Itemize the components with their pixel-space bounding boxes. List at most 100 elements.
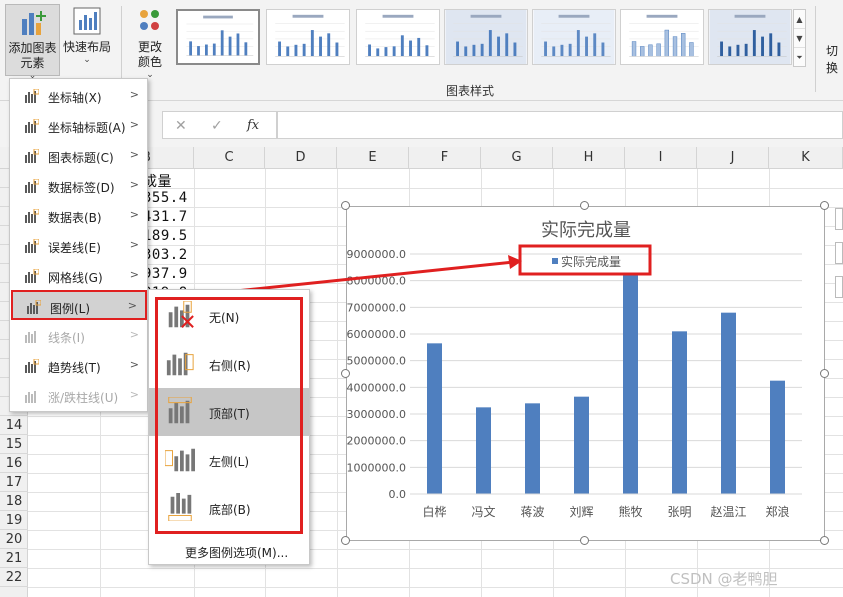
column-header-i[interactable]: I bbox=[625, 147, 697, 169]
column-header-d[interactable]: D bbox=[265, 147, 337, 169]
bar-7[interactable] bbox=[721, 312, 736, 494]
row-header[interactable]: 18 bbox=[0, 492, 28, 511]
row-header[interactable]: 16 bbox=[0, 454, 28, 473]
menu-item-lines: 线条(I) > bbox=[11, 321, 147, 351]
row-header[interactable]: 14 bbox=[0, 416, 28, 435]
bar-8[interactable] bbox=[770, 380, 785, 494]
bar-1[interactable] bbox=[427, 343, 442, 494]
menu-item-axis-title[interactable]: 坐标轴标题(A) > bbox=[11, 111, 147, 141]
cell-b2[interactable]: 355.4 bbox=[143, 190, 188, 206]
resize-handle[interactable] bbox=[820, 201, 829, 210]
scroll-up-icon[interactable]: ▲ bbox=[794, 10, 805, 29]
add-chart-element-icon bbox=[18, 7, 48, 37]
add-chart-element-menu: 坐标轴(X) > 坐标轴标题(A) > 图表标题(C) > 数据标签(D) > 数据表(B) > 误… bbox=[9, 78, 148, 412]
bar-2[interactable] bbox=[476, 407, 491, 494]
legend-option-bottom[interactable]: 底部(B) bbox=[149, 484, 309, 532]
resize-handle[interactable] bbox=[580, 201, 589, 210]
row-header[interactable]: 15 bbox=[0, 435, 28, 454]
menu-item-gridlines[interactable]: 网格线(G) > bbox=[11, 261, 147, 291]
menu-item-trendline[interactable]: 趋势线(T) > bbox=[11, 351, 147, 381]
chart-area[interactable]: 实际完成量 0.0 1000000.0 2000000.0 3000000.0 40000… bbox=[346, 206, 825, 541]
column-header-k[interactable]: K bbox=[769, 147, 843, 169]
row-header[interactable]: 21 bbox=[0, 549, 28, 568]
menu-item-axis[interactable]: 坐标轴(X) > bbox=[11, 81, 147, 111]
cell-b4[interactable]: 189.5 bbox=[143, 228, 188, 244]
menu-item-label: 误差线(E) bbox=[48, 241, 101, 255]
bar-3[interactable] bbox=[525, 403, 540, 494]
close-icon[interactable]: ✕ bbox=[175, 118, 187, 134]
chart-style-2[interactable] bbox=[266, 9, 350, 65]
resize-handle[interactable] bbox=[341, 536, 350, 545]
more-legend-options[interactable]: 更多图例选项(M)... bbox=[185, 544, 288, 561]
menu-item-data-table[interactable]: 数据表(B) > bbox=[11, 201, 147, 231]
y-tick-label: 9000000.0 bbox=[347, 248, 406, 261]
trendline-icon bbox=[23, 358, 40, 373]
column-header-j[interactable]: J bbox=[697, 147, 769, 169]
chart-styles-side-button[interactable] bbox=[835, 242, 843, 264]
resize-handle[interactable] bbox=[820, 369, 829, 378]
bar-6[interactable] bbox=[672, 331, 687, 494]
chart-legend[interactable]: 实际完成量 bbox=[552, 254, 621, 269]
resize-handle[interactable] bbox=[580, 536, 589, 545]
resize-handle[interactable] bbox=[820, 536, 829, 545]
row-header[interactable]: 19 bbox=[0, 511, 28, 530]
quick-layout-icon bbox=[72, 6, 102, 36]
switch-row-column-button[interactable]: 切换 bbox=[826, 42, 843, 76]
legend-option-none[interactable]: 无(N) bbox=[149, 292, 309, 340]
gallery-scroll[interactable]: ▲ ▼ ⏷ bbox=[793, 9, 806, 67]
bar-5[interactable] bbox=[623, 272, 638, 494]
column-header-f[interactable]: F bbox=[409, 147, 481, 169]
column-header-h[interactable]: H bbox=[553, 147, 625, 169]
check-icon[interactable]: ✓ bbox=[211, 118, 223, 134]
column-header-e[interactable]: E bbox=[337, 147, 409, 169]
column-header-c[interactable]: C bbox=[194, 147, 265, 169]
scroll-down-icon[interactable]: ▼ bbox=[794, 29, 805, 48]
resize-handle[interactable] bbox=[341, 201, 350, 210]
row-header[interactable]: 20 bbox=[0, 530, 28, 549]
legend-option-top[interactable]: 顶部(T) bbox=[149, 388, 309, 436]
chart-style-3[interactable] bbox=[356, 9, 440, 65]
legend-option-right[interactable]: 右侧(R) bbox=[149, 340, 309, 388]
chevron-right-icon: > bbox=[129, 268, 139, 281]
cell-b5[interactable]: 303.2 bbox=[143, 247, 188, 263]
grid-column-line bbox=[337, 169, 338, 597]
menu-item-data-labels[interactable]: 数据标签(D) > bbox=[11, 171, 147, 201]
insert-function-icon[interactable]: fx bbox=[247, 118, 259, 133]
menu-item-chart-title[interactable]: 图表标题(C) > bbox=[11, 141, 147, 171]
chart-style-4[interactable] bbox=[444, 9, 528, 65]
chart-elements-side-button[interactable] bbox=[835, 208, 843, 230]
error-bars-icon bbox=[23, 238, 40, 253]
menu-item-label: 坐标轴(X) bbox=[48, 91, 102, 105]
change-colors-button[interactable]: 更改颜色 ⌄ bbox=[127, 4, 173, 80]
row-header[interactable]: 22 bbox=[0, 568, 28, 587]
menu-item-error-bars[interactable]: 误差线(E) > bbox=[11, 231, 147, 261]
cell-b3[interactable]: 431.7 bbox=[143, 209, 188, 225]
chart-style-1[interactable] bbox=[176, 9, 260, 65]
watermark: CSDN @老鸭胆 bbox=[670, 570, 778, 588]
x-tick-label: 熊牧 bbox=[618, 504, 642, 519]
quick-layout-button[interactable]: 快速布局 ⌄ bbox=[60, 4, 114, 76]
legend-right-icon bbox=[165, 349, 195, 379]
add-chart-element-button[interactable]: 添加图表元素 ⌄ bbox=[5, 4, 60, 81]
legend-submenu: 无(N) 右侧(R) 顶部(T) 左侧(L) 底部(B) 更多图例选项(M)... bbox=[148, 289, 310, 565]
bar-chart: 实际完成量 0.0 1000000.0 2000000.0 3000000.0 40000… bbox=[347, 220, 802, 519]
chart-style-7[interactable] bbox=[708, 9, 792, 65]
column-header-g[interactable]: G bbox=[481, 147, 553, 169]
chart-filters-side-button[interactable] bbox=[835, 276, 843, 298]
chart-style-6[interactable] bbox=[620, 9, 704, 65]
bar-4[interactable] bbox=[574, 396, 589, 494]
chart-title-icon bbox=[23, 148, 40, 163]
chart-style-5[interactable] bbox=[532, 9, 616, 65]
legend-top-icon bbox=[165, 396, 195, 427]
resize-handle[interactable] bbox=[341, 369, 350, 378]
row-header[interactable]: 17 bbox=[0, 473, 28, 492]
gallery-more-icon[interactable]: ⏷ bbox=[794, 48, 805, 67]
cell-b6[interactable]: 937.9 bbox=[143, 266, 188, 282]
formula-input[interactable] bbox=[277, 111, 843, 139]
chart-styles-group-label: 图表样式 bbox=[446, 84, 495, 98]
legend-left-icon bbox=[164, 445, 195, 475]
menu-item-label: 坐标轴标题(A) bbox=[48, 121, 126, 135]
menu-item-legend[interactable]: 图例(L) > bbox=[11, 290, 147, 320]
legend-option-left[interactable]: 左侧(L) bbox=[149, 436, 309, 484]
chart-title[interactable]: 实际完成量 bbox=[541, 220, 631, 241]
